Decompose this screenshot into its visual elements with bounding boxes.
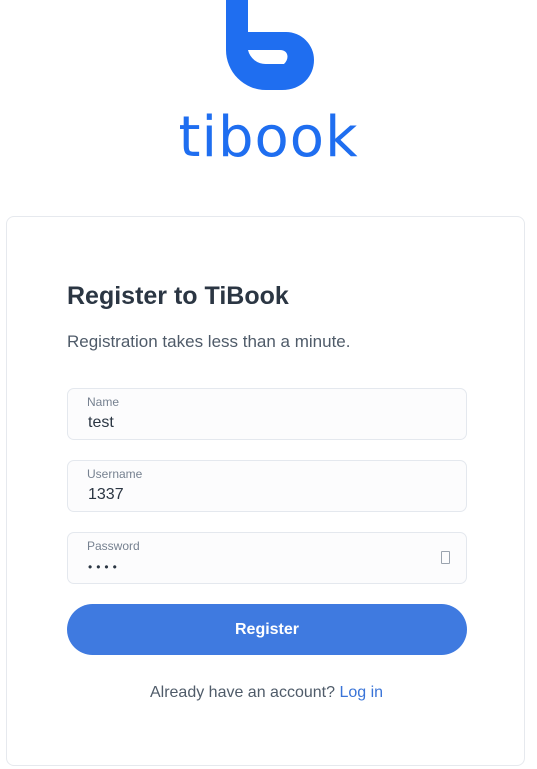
page-title: Register to TiBook [67, 282, 289, 310]
login-prompt: Already have an account? Log in [7, 683, 526, 703]
password-field-value: •••• [88, 560, 121, 574]
username-field[interactable]: Username 1337 [67, 460, 467, 512]
name-field-label: Name [87, 395, 120, 409]
register-card: Register to TiBook Registration takes le… [6, 216, 525, 766]
password-field-label: Password [87, 539, 140, 553]
tibook-logo-icon [226, 0, 314, 90]
password-field[interactable]: Password •••• [67, 532, 467, 584]
username-field-label: Username [87, 467, 143, 481]
name-field-value: test [88, 414, 114, 431]
login-prompt-text: Already have an account? [149, 684, 335, 701]
brand-header: tibook [0, 0, 537, 175]
brand-wordmark: tibook [178, 105, 359, 170]
page-subtitle: Registration takes less than a minute. [67, 332, 351, 351]
login-link[interactable]: Log in [339, 684, 383, 701]
name-field[interactable]: Name test [67, 388, 467, 440]
password-visibility-toggle-icon[interactable] [441, 551, 450, 564]
username-field-value: 1337 [88, 486, 124, 503]
register-button[interactable]: Register [67, 604, 467, 655]
